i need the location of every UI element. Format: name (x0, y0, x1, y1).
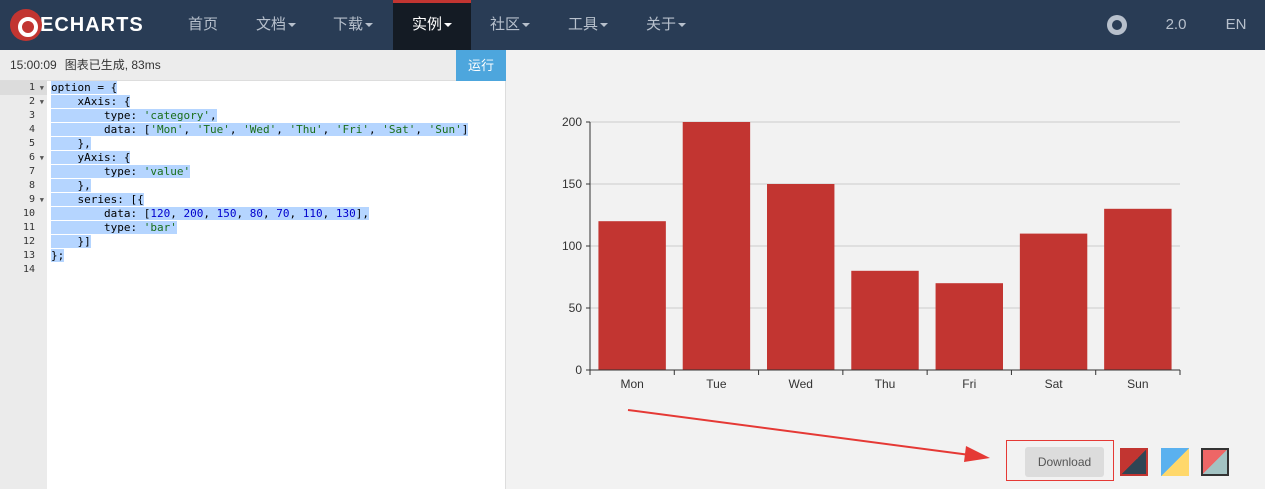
code-line: series: [{ (51, 193, 144, 206)
bar[interactable] (851, 270, 919, 370)
run-button[interactable]: 运行 (456, 50, 506, 81)
line-number: 1 ▼ (0, 81, 47, 95)
line-number: 10 (22, 208, 35, 219)
chevron-down-icon (444, 23, 452, 28)
x-tick-label: Mon (620, 377, 643, 391)
chevron-down-icon (365, 23, 373, 28)
code-line: option = { (51, 81, 118, 94)
x-tick-label: Fri (962, 377, 976, 391)
line-number: 11 (22, 222, 35, 233)
bar-chart[interactable]: 0 50 100 150 200 Mon Tue Wed Thu Fri Sat Sun (540, 100, 1220, 410)
chevron-down-icon (678, 23, 686, 28)
download-button[interactable]: Download (1025, 447, 1104, 477)
x-tick-label: Thu (875, 377, 896, 391)
code-line: xAxis: { (51, 95, 131, 108)
y-tick-label: 200 (562, 115, 582, 129)
x-tick-label: Sun (1127, 377, 1148, 391)
status-time: 15:00:09 (10, 58, 57, 72)
bar[interactable] (598, 221, 666, 370)
line-number: 2 ▼ (28, 95, 44, 109)
status-bar: 15:00:09 图表已生成, 83ms (0, 50, 456, 81)
code-line: type: 'value' (51, 165, 191, 178)
x-tick-label: Sat (1045, 377, 1064, 391)
code-lines[interactable]: option = { xAxis: { type: 'category', da… (47, 81, 506, 277)
fold-arrow-icon[interactable]: ▼ (40, 95, 44, 109)
echarts-logo[interactable]: ECHARTS (10, 8, 144, 42)
logo-icon (10, 9, 42, 41)
nav-download[interactable]: 下载 (322, 0, 384, 50)
line-number: 9 ▼ (28, 193, 44, 207)
chevron-down-icon (522, 23, 530, 28)
line-number: 4 (28, 124, 35, 135)
fold-arrow-icon[interactable]: ▼ (40, 81, 44, 95)
theme-gray-icon[interactable] (1201, 448, 1229, 476)
line-number: 12 (22, 236, 35, 247)
nav-docs[interactable]: 文档 (245, 0, 307, 50)
nav-tools[interactable]: 工具 (557, 0, 619, 50)
y-tick-label: 100 (562, 239, 582, 253)
line-number: 3 (28, 110, 35, 121)
nav-examples[interactable]: 实例 (393, 0, 471, 50)
editor-gutter: 1 ▼ 2 ▼ 3 4 5 6 ▼ 7 8 9 ▼ 10 11 12 13 14 (0, 81, 47, 489)
bar[interactable] (767, 184, 835, 370)
line-number: 8 (28, 180, 35, 191)
line-number: 5 (28, 138, 35, 149)
code-line: type: 'bar' (51, 221, 177, 234)
y-tick-label: 50 (569, 301, 583, 315)
code-line: yAxis: { (51, 151, 131, 164)
code-line: }] (51, 235, 91, 248)
nav-community[interactable]: 社区 (480, 0, 540, 50)
bar[interactable] (1019, 233, 1088, 370)
theme-blue-icon[interactable] (1161, 448, 1189, 476)
code-line: data: ['Mon', 'Tue', 'Wed', 'Thu', 'Fri'… (51, 123, 469, 136)
nav-version[interactable]: 2.0 (1160, 0, 1192, 50)
x-tick-label: Wed (788, 377, 812, 391)
line-number: 7 (28, 166, 35, 177)
code-line: }, (51, 179, 91, 192)
fold-arrow-icon[interactable]: ▼ (40, 151, 44, 165)
fold-arrow-icon[interactable]: ▼ (40, 193, 44, 207)
code-line: }; (51, 249, 65, 262)
github-icon[interactable] (1107, 15, 1127, 35)
bar[interactable] (1104, 208, 1172, 370)
code-editor[interactable]: 1 ▼ 2 ▼ 3 4 5 6 ▼ 7 8 9 ▼ 10 11 12 13 14 opt… (0, 81, 506, 489)
theme-red-icon[interactable] (1120, 448, 1148, 476)
y-tick-label: 150 (562, 177, 582, 191)
status-message: 图表已生成, 83ms (64, 58, 161, 72)
top-navbar: ECHARTS 首页 文档 下载 实例 社区 工具 关于 2.0 EN (0, 0, 1265, 50)
nav-home[interactable]: 首页 (174, 0, 232, 50)
bar[interactable] (682, 122, 751, 370)
logo-text: ECHARTS (40, 13, 144, 36)
nav-about[interactable]: 关于 (635, 0, 697, 50)
line-number: 14 (22, 264, 35, 275)
code-line: data: [120, 200, 150, 80, 70, 110, 130], (51, 207, 369, 220)
line-number: 13 (22, 250, 35, 261)
chevron-down-icon (288, 23, 296, 28)
chevron-down-icon (600, 23, 608, 28)
bar[interactable] (935, 283, 1003, 370)
x-tick-label: Tue (706, 377, 727, 391)
y-tick-label: 0 (575, 363, 582, 377)
code-line: }, (51, 137, 91, 150)
line-number: 6 ▼ (28, 151, 44, 165)
code-line: type: 'category', (51, 109, 217, 122)
nav-language[interactable]: EN (1220, 0, 1252, 50)
